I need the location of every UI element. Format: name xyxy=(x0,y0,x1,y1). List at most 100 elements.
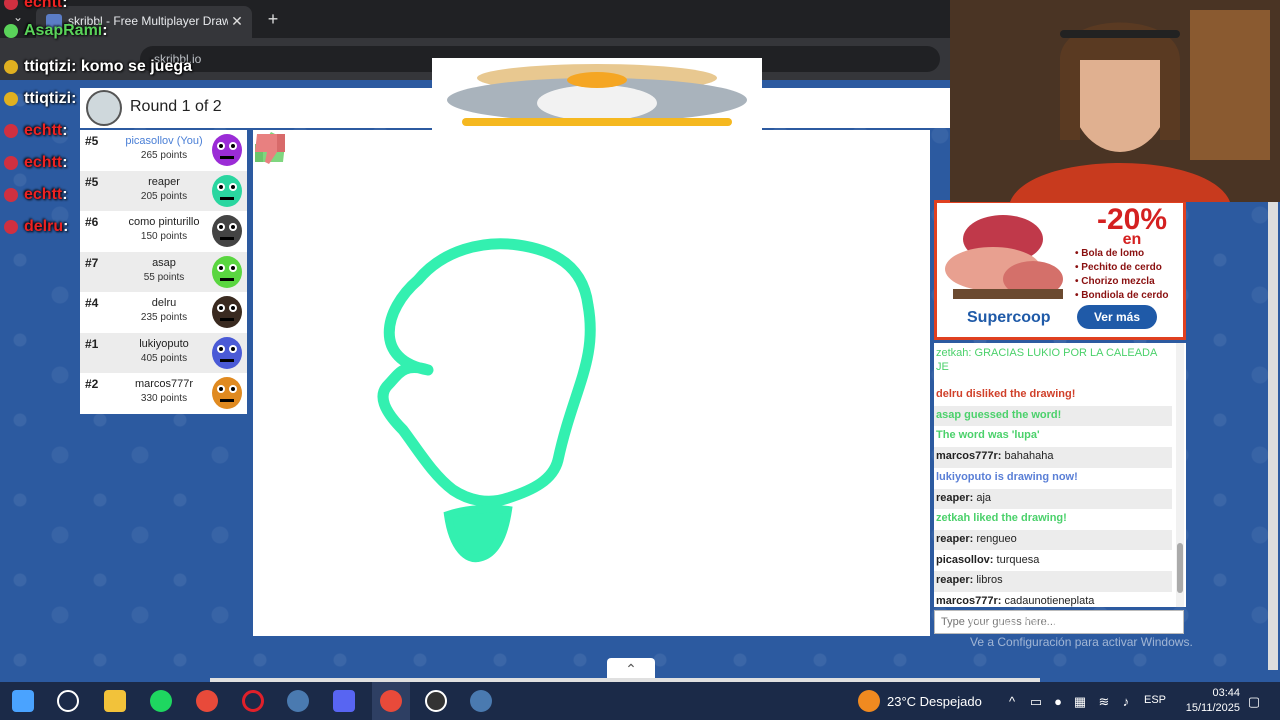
overlay-message: : komo se juega xyxy=(71,58,193,75)
chat-badge-icon xyxy=(4,0,18,10)
microphone-icon[interactable]: ● xyxy=(1050,694,1066,709)
player-avatar xyxy=(212,377,242,409)
chat-message: marcos777r: cadaunotieneplata xyxy=(934,592,1172,607)
windows-taskbar: 23°C Despejado ^ ▭ ● ▦ ≋ ♪ ESP 03:44 15/… xyxy=(0,682,1280,720)
drawing-canvas[interactable] xyxy=(253,130,930,636)
overlay-chat-line: AsapRami: xyxy=(4,22,108,42)
spotify-icon[interactable] xyxy=(150,690,172,712)
chat-badge-icon xyxy=(4,91,18,106)
overlay-message: : xyxy=(102,22,108,39)
overlay-chat-line: delru: xyxy=(4,218,68,238)
file-explorer-icon[interactable] xyxy=(104,690,126,712)
steam-alt-icon[interactable] xyxy=(470,690,492,712)
player-rank: #2 xyxy=(85,377,99,391)
chat-message: reaper: aja xyxy=(934,488,1172,510)
player-name: marcos777r xyxy=(134,378,194,390)
windows-activation-subtitle: Ve a Configuración para activar Windows. xyxy=(970,635,1193,649)
webcam-feed xyxy=(950,0,1280,202)
wifi-icon[interactable]: ≋ xyxy=(1096,694,1112,710)
chevron-up-icon[interactable]: ^ xyxy=(1004,694,1020,709)
overlay-username: echtt xyxy=(24,154,63,171)
overlay-message: : xyxy=(62,122,68,139)
windows-start-icon[interactable] xyxy=(12,690,34,712)
chat-username: reaper: xyxy=(936,491,974,504)
language-indicator[interactable]: ESP xyxy=(1144,694,1166,706)
steam-icon[interactable] xyxy=(287,690,309,712)
player-rank: #7 xyxy=(85,255,99,270)
search-icon[interactable] xyxy=(57,690,79,712)
meat-product-image xyxy=(945,215,1063,299)
overlay-chat-line: echtt: xyxy=(4,0,68,14)
player-rank: #4 xyxy=(85,296,99,310)
player-avatar xyxy=(212,296,242,328)
overlay-message: : xyxy=(62,154,68,171)
ad-cta-button[interactable]: Ver más xyxy=(1077,305,1157,329)
clock-time: 03:44 xyxy=(1212,687,1240,699)
chat-username: reaper: xyxy=(936,574,974,587)
network-icon[interactable]: ▦ xyxy=(1072,694,1088,710)
overlay-username: ttiqtizi xyxy=(24,58,72,75)
player-points: 330 points xyxy=(140,393,188,404)
player-rank: #1 xyxy=(85,336,99,351)
weather-text: 23°C Despejado xyxy=(887,694,982,709)
overlay-username: echtt xyxy=(24,0,63,11)
advertisement[interactable]: -20% en • Bola de lomo • Pechito de cerd… xyxy=(934,200,1186,340)
chat-text: rengueo xyxy=(973,532,1017,545)
chrome-icon[interactable] xyxy=(196,690,218,712)
page-scrollbar[interactable] xyxy=(1268,200,1278,670)
overlay-message: : xyxy=(62,0,68,11)
chat-badge-icon xyxy=(4,219,18,234)
chrome-active-icon[interactable] xyxy=(380,690,402,712)
chat-panel: marcos777r: cadaunotieneplata reaper: lib… xyxy=(934,343,1186,607)
player-row[interactable]: #4 delru 235 points xyxy=(80,292,247,332)
scroll-up-button[interactable]: ⌃ xyxy=(607,658,655,680)
player-row[interactable]: #2 marcos777r 330 points xyxy=(80,373,247,413)
chat-badge-icon xyxy=(4,187,18,202)
overlay-message: : xyxy=(63,218,69,235)
chat-username: reaper: xyxy=(936,532,974,545)
new-tab-button[interactable]: + xyxy=(262,8,284,30)
chat-badge-icon xyxy=(4,123,18,138)
chat-text: libros xyxy=(973,574,1003,587)
volume-icon[interactable]: ♪ xyxy=(1118,694,1134,709)
clock[interactable]: 03:44 15/11/2025 xyxy=(1184,686,1240,716)
notifications-icon[interactable]: ▢ xyxy=(1246,694,1262,710)
chat-message: reaper: rengueo xyxy=(934,529,1172,551)
drawing-handle-stroke xyxy=(443,504,513,563)
chat-message: reaper: libros xyxy=(934,571,1172,592)
ad-item: • Bondiola de cerdo xyxy=(1075,290,1169,301)
chat-text: cadaunotieneplata xyxy=(1001,595,1095,607)
chat-message: picasollov: turquesa xyxy=(934,551,1172,572)
chat-scroll-thumb[interactable] xyxy=(1177,543,1183,593)
player-row[interactable]: #1 lukiyoputo 405 points xyxy=(80,332,247,373)
player-name: lukiyoputo xyxy=(139,337,189,350)
ad-item: • Pechito de cerdo xyxy=(1075,262,1162,273)
chat-message: marcos777r: bahahaha xyxy=(934,447,1172,468)
ad-brand: Supercoop xyxy=(967,309,1051,326)
drawing-circle-stroke xyxy=(377,238,596,507)
chat-text: turquesa xyxy=(993,553,1040,566)
weather-icon xyxy=(858,690,880,712)
tray-app-icon[interactable]: ▭ xyxy=(1028,694,1044,710)
obs-icon[interactable] xyxy=(425,690,447,712)
overlay-username: ttiqtizi xyxy=(24,90,72,107)
ad-item: • Bola de lomo xyxy=(1075,248,1145,259)
chat-badge-icon xyxy=(4,23,18,38)
overlay-username: delru xyxy=(24,218,64,235)
streamer-image xyxy=(950,0,1280,202)
overlay-chat-line: echtt: xyxy=(4,122,68,142)
chat-message: zetkah liked the drawing! xyxy=(936,512,1067,525)
overlay-username: echtt xyxy=(24,122,63,139)
ad-item: • Chorizo mezcla xyxy=(1075,276,1155,287)
chat-scrollbar[interactable] xyxy=(1176,343,1184,607)
player-points: 55 points xyxy=(143,271,185,283)
overlay-message: : xyxy=(71,90,77,107)
opera-icon[interactable] xyxy=(242,690,264,712)
penguin-logo-image xyxy=(447,64,747,126)
discord-icon[interactable] xyxy=(333,690,355,712)
chat-text: aja xyxy=(973,491,992,504)
player-row[interactable]: #7 asap 55 points xyxy=(80,251,247,292)
chat-message: asap guessed the word! xyxy=(934,405,1172,427)
chat-text: bahahaha xyxy=(1001,450,1054,463)
chat-username: picasollov: xyxy=(936,553,994,566)
